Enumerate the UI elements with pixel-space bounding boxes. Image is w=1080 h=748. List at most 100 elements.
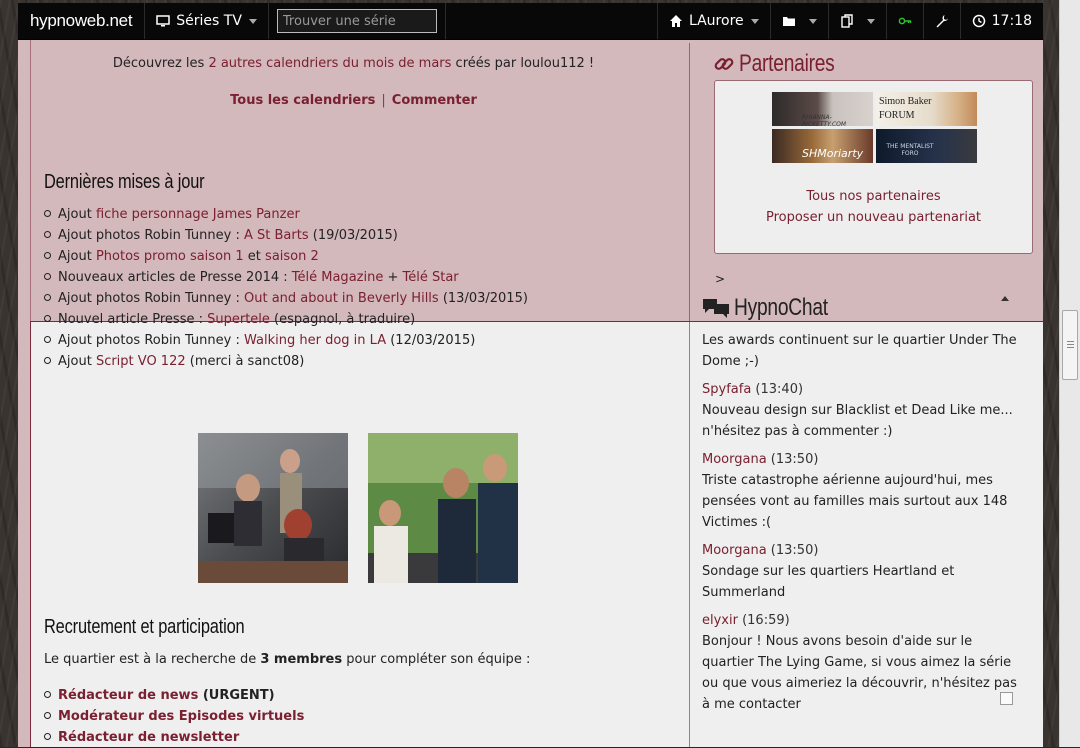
police-scene-photo[interactable]: [368, 433, 518, 583]
item-text: Nouvel article Presse :: [58, 312, 208, 327]
role-link[interactable]: Rédacteur de news: [58, 688, 198, 703]
list-item: Modérateur des Episodes virtuels: [44, 706, 304, 727]
chat-time: (13:50): [766, 543, 819, 558]
scroll-up-icon[interactable]: [1001, 296, 1009, 301]
role-link[interactable]: Modérateur des Episodes virtuels: [58, 709, 304, 724]
link-icon: [713, 53, 735, 75]
item-link[interactable]: Out and about in Beverly Hills: [244, 291, 439, 306]
bullet-icon: [44, 357, 51, 364]
chat-text: Triste catastrophe aérienne aujourd'hui,…: [702, 473, 1008, 530]
key-icon: [898, 14, 912, 28]
bullet-icon: [44, 336, 51, 343]
site-logo[interactable]: hypnoweb.net: [18, 3, 146, 39]
item-link[interactable]: Walking her dog in LA: [244, 333, 386, 348]
list-item: Ajout Photos promo saison 1 et saison 2: [44, 246, 528, 267]
list-item: Ajout photos Robin Tunney : Out and abou…: [44, 288, 528, 309]
chat-author-line: Moorgana (13:50): [702, 449, 1018, 470]
all-calendars-link[interactable]: Tous les calendriers: [230, 93, 375, 108]
comment-link[interactable]: Commenter: [392, 93, 477, 108]
item-text: +: [383, 270, 403, 285]
role-note: (URGENT): [198, 688, 275, 703]
clock-icon: [972, 14, 986, 28]
list-item: Ajout Script VO 122 (merci à sanct08): [44, 351, 528, 372]
item-link[interactable]: A St Barts: [244, 228, 309, 243]
grip-line: [1067, 341, 1074, 342]
chat-message: Moorgana (13:50) Sondage sur les quartie…: [702, 540, 1018, 603]
copy-icon: [840, 14, 854, 28]
chat-text: Sondage sur les quartiers Heartland et S…: [702, 564, 955, 600]
partner-banner[interactable]: SHMoriarty: [772, 129, 873, 163]
partners-heading: Partenaires: [713, 50, 858, 78]
banner-text: Simon Baker FORUM: [879, 96, 932, 121]
key-button[interactable]: [887, 3, 924, 39]
list-item: Ajout photos Robin Tunney : Walking her …: [44, 330, 528, 351]
item-text: (19/03/2015): [308, 228, 398, 243]
page-scrollbar[interactable]: [1059, 0, 1080, 747]
list-item: Nouvel article Presse : Supertele (espag…: [44, 309, 528, 330]
chat-author[interactable]: elyxir: [702, 613, 738, 628]
chat-time: (13:40): [751, 382, 804, 397]
item-link[interactable]: Télé Star: [403, 270, 459, 285]
item-link[interactable]: Télé Magazine: [292, 270, 384, 285]
chat-text: Nouveau design sur Blacklist et Dead Lik…: [702, 403, 1013, 439]
navbar-spacer: [446, 3, 658, 39]
bullet-icon: [44, 294, 51, 301]
tv-icon: [156, 14, 171, 28]
partner-banner[interactable]: RHIANNA-RICKETTY.COM: [772, 92, 873, 126]
item-text: (12/03/2015): [386, 333, 476, 348]
pages-menu-button[interactable]: [829, 3, 887, 39]
series-menu-button[interactable]: Séries TV: [145, 3, 269, 39]
chat-icon: [702, 297, 730, 319]
chevron-down-icon: [248, 18, 257, 24]
banner-text: THE MENTALIST FORO: [886, 143, 934, 157]
settings-button[interactable]: [924, 3, 961, 39]
scroll-corner[interactable]: [1000, 692, 1013, 705]
recruit-text: Le quartier est à la recherche de: [44, 652, 261, 667]
updates-list: Ajout fiche personnage James Panzer Ajou…: [44, 204, 528, 372]
partner-banner[interactable]: THE MENTALIST FORO: [876, 129, 977, 163]
chat-text: Les awards continuent sur le quartier Un…: [702, 333, 1017, 369]
chat-author[interactable]: Moorgana: [702, 452, 767, 467]
chat-title: HypnoChat: [734, 294, 828, 321]
chat-author[interactable]: Spyfafa: [702, 382, 751, 397]
item-link[interactable]: Supertele: [207, 312, 270, 327]
grip-line: [1067, 344, 1074, 345]
clock-display: 17:18: [961, 3, 1043, 39]
list-item: Nouveaux articles de Presse 2014 : Télé …: [44, 267, 528, 288]
item-text: (13/03/2015): [438, 291, 528, 306]
user-name: LAurore: [688, 13, 744, 29]
chat-scrollbar[interactable]: [1000, 296, 1013, 707]
item-link[interactable]: Script VO 122: [96, 354, 186, 369]
item-text: Ajout photos Robin Tunney :: [58, 228, 244, 243]
item-text: Ajout photos Robin Tunney :: [58, 291, 244, 306]
recruit-description: Le quartier est à la recherche de 3 memb…: [44, 652, 530, 667]
item-text: (espagnol, à traduire): [269, 312, 416, 327]
partner-banner[interactable]: Simon Baker FORUM: [876, 92, 977, 126]
grip-line: [1067, 347, 1074, 348]
office-scene-photo[interactable]: [198, 433, 348, 583]
chat-time: (13:50): [766, 452, 819, 467]
other-calendars-link[interactable]: 2 autres calendriers du mois de mars: [208, 56, 451, 71]
search-input[interactable]: [276, 9, 437, 33]
chat-time: (16:59): [737, 613, 790, 628]
list-item: Rédacteur de newsletter: [44, 727, 304, 748]
folder-menu-button[interactable]: [771, 3, 829, 39]
item-link[interactable]: saison 2: [265, 249, 319, 264]
item-link[interactable]: Photos promo saison 1: [96, 249, 244, 264]
banner-text: SHMoriarty: [802, 147, 864, 160]
scrollbar-thumb[interactable]: [1062, 310, 1078, 380]
user-menu-button[interactable]: LAurore: [658, 3, 771, 39]
item-link[interactable]: fiche personnage James Panzer: [96, 207, 300, 222]
role-link[interactable]: Rédacteur de newsletter: [58, 730, 239, 745]
all-partners-link[interactable]: Tous nos partenaires: [806, 189, 940, 204]
item-text: Ajout photos Robin Tunney :: [58, 333, 244, 348]
chevron-down-icon: [866, 18, 875, 24]
partners-links: Tous nos partenaires Proposer un nouveau…: [714, 186, 1033, 228]
bullet-icon: [44, 210, 51, 217]
item-text: Ajout: [58, 207, 96, 222]
chat-author[interactable]: Moorgana: [702, 543, 767, 558]
propose-partnership-link[interactable]: Proposer un nouveau partenariat: [766, 210, 981, 225]
partner-banners: RHIANNA-RICKETTY.COM Simon Baker FORUM S…: [772, 92, 977, 163]
series-menu-label: Séries TV: [176, 13, 242, 29]
column-divider: [689, 43, 690, 747]
